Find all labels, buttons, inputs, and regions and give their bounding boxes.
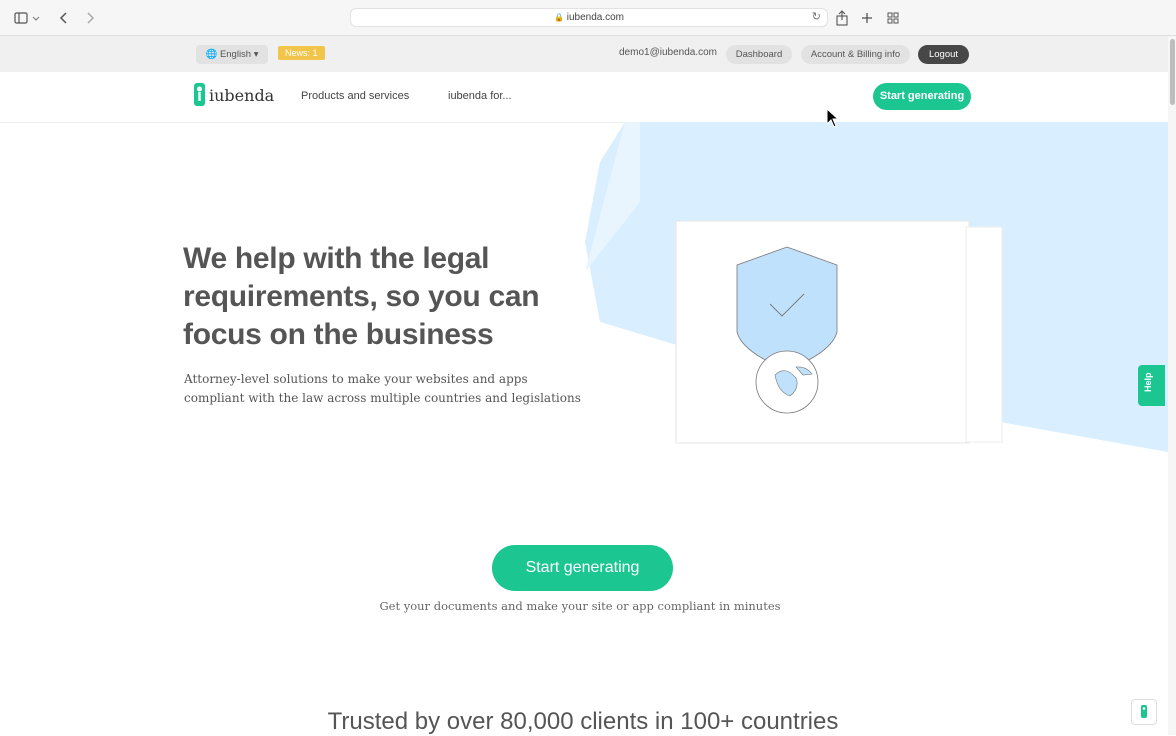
hero-background-illustration <box>585 122 1168 452</box>
billing-button[interactable]: Account & Billing info <box>801 45 910 64</box>
start-generating-nav-button[interactable]: Start generating <box>873 83 971 110</box>
news-badge[interactable]: News: 1 <box>278 46 325 60</box>
language-selector[interactable]: 🌐 English ▾ <box>196 45 268 64</box>
main-nav: iubenda Products and services iubenda fo… <box>0 72 1168 123</box>
help-tab[interactable]: Help <box>1138 365 1165 406</box>
start-generating-button[interactable]: Start generating <box>492 545 673 591</box>
nav-products-link[interactable]: Products and services <box>301 90 409 102</box>
chevron-left-icon[interactable] <box>56 9 72 27</box>
scrollbar-track[interactable] <box>1168 36 1176 735</box>
mouse-cursor-icon <box>826 108 840 128</box>
tab-grid-icon[interactable] <box>886 9 900 27</box>
help-label: Help <box>1143 372 1153 392</box>
iubenda-badge-icon[interactable] <box>1131 699 1157 725</box>
dashboard-button[interactable]: Dashboard <box>726 45 792 64</box>
share-icon[interactable] <box>835 9 849 27</box>
reload-icon[interactable]: ↻ <box>812 9 821 26</box>
sidebar-icon[interactable] <box>14 9 40 27</box>
nav-iubenda-for-link[interactable]: iubenda for... <box>448 90 512 102</box>
logout-button[interactable]: Logout <box>918 45 969 64</box>
user-email: demo1@iubenda.com <box>619 47 717 58</box>
account-bar: 🌐 English ▾ News: 1 demo1@iubenda.com Da… <box>0 36 1168 72</box>
plus-icon[interactable] <box>860 9 874 27</box>
hero-subtitle: Attorney-level solutions to make your we… <box>184 372 581 405</box>
cta-note: Get your documents and make your site or… <box>379 599 781 613</box>
scrollbar-thumb[interactable] <box>1170 39 1175 105</box>
chevron-right-icon[interactable] <box>82 9 98 27</box>
address-bar[interactable]: 🔒 iubenda.com ↻ <box>350 8 828 27</box>
caret-down-icon: ▾ <box>253 49 259 60</box>
language-label: English <box>219 49 252 60</box>
url-text: iubenda.com <box>566 12 624 23</box>
lock-icon: 🔒 <box>553 13 564 22</box>
iubenda-logo-icon[interactable] <box>194 83 205 106</box>
hero-title: We help with the legal requirements, so … <box>183 242 540 351</box>
browser-toolbar: 🔒 iubenda.com ↻ <box>0 0 1176 36</box>
hero-section <box>0 122 1168 735</box>
trusted-heading: Trusted by over 80,000 clients in 100+ c… <box>327 708 839 735</box>
globe-icon: 🌐 <box>205 49 218 60</box>
logo-text[interactable]: iubenda <box>209 86 274 105</box>
